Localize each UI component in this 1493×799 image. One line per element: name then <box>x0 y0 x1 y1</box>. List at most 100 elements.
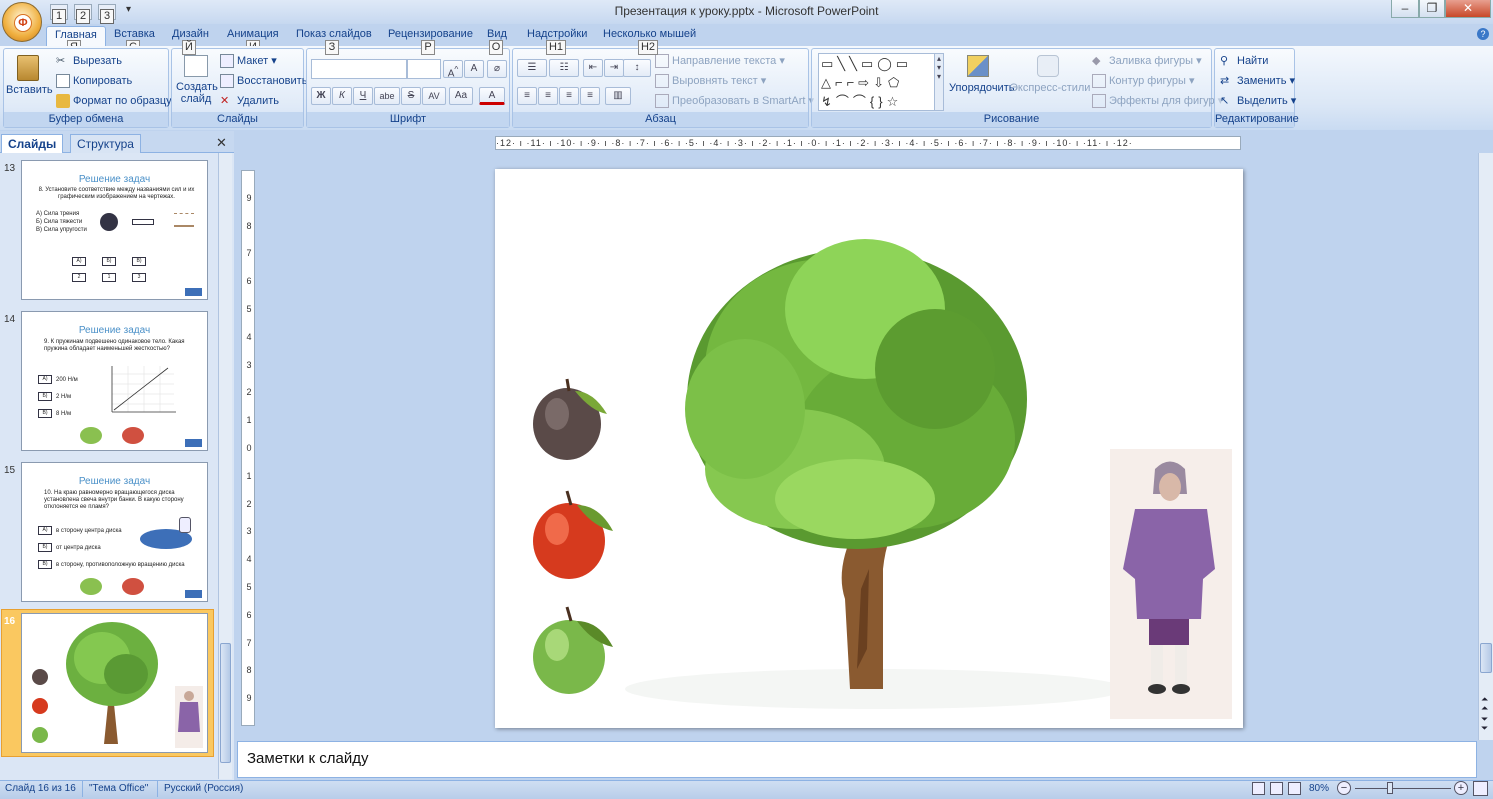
theme-name[interactable]: "Тема Office" <box>89 783 148 794</box>
zoom-level[interactable]: 80% <box>1309 783 1329 794</box>
smartart-button[interactable]: Преобразовать в SmartArt ▾ <box>655 94 814 109</box>
select-button[interactable]: ↖ Выделить ▾ <box>1220 94 1296 108</box>
align-text-button[interactable]: Выровнять текст ▾ <box>655 74 766 89</box>
normal-view-icon[interactable] <box>1252 782 1265 795</box>
editor-scroll-thumb[interactable] <box>1480 643 1492 673</box>
pane-scroll-thumb[interactable] <box>220 643 231 763</box>
change-case-button[interactable]: Aa <box>449 87 473 105</box>
ruler-tick-label: 2 <box>246 499 252 509</box>
apple-red <box>533 490 613 579</box>
font-color-button[interactable]: A <box>479 87 505 105</box>
slide-thumbnail-14[interactable]: Решение задач 9. К пружинам подвешено од… <box>21 311 208 451</box>
tab-label: Анимация <box>227 28 279 40</box>
paste-button[interactable]: Вставить <box>6 53 53 97</box>
slideshow-view-icon[interactable] <box>1288 782 1301 795</box>
fit-to-window-icon[interactable] <box>1473 781 1488 796</box>
align-center-button[interactable]: ≡ <box>538 87 558 105</box>
notes-pane[interactable] <box>237 741 1477 778</box>
new-slide-button[interactable]: Создать слайд <box>176 53 218 113</box>
slide-number: 16 <box>4 616 16 627</box>
layout-button[interactable]: Макет ▾ <box>220 54 277 69</box>
editor-scrollbar[interactable]: ⏶ ⏶ ⏷ ⏷ <box>1478 153 1493 740</box>
tab-slides[interactable]: Слайды <box>1 134 64 153</box>
copy-button[interactable]: Копировать <box>56 74 132 88</box>
find-button[interactable]: ⚲ Найти <box>1220 54 1268 68</box>
font-name-combo[interactable] <box>311 59 407 79</box>
bullets-button[interactable]: ☰ <box>517 59 547 77</box>
slide-sorter-icon[interactable] <box>1270 782 1283 795</box>
format-painter-button[interactable]: Формат по образцу <box>56 94 172 108</box>
increase-indent-button[interactable]: ⇥ <box>604 59 624 77</box>
delete-icon: ✕ <box>220 95 230 107</box>
shape-effects-button[interactable]: Эффекты для фигур ▾ <box>1092 94 1223 109</box>
minimize-button[interactable]: – <box>1391 0 1419 18</box>
reset-button[interactable]: Восстановить <box>220 74 307 88</box>
office-button[interactable]: Ф <box>2 2 42 42</box>
clear-format-icon[interactable]: ⌀ <box>487 60 507 78</box>
justify-button[interactable]: ≡ <box>580 87 600 105</box>
text-direction-button[interactable]: Направление текста ▾ <box>655 54 785 69</box>
char-spacing-button[interactable]: AV <box>422 87 446 105</box>
slide-canvas[interactable] <box>495 169 1243 728</box>
align-right-button[interactable]: ≡ <box>559 87 579 105</box>
shadow-button[interactable]: abe <box>374 87 400 105</box>
maximize-button[interactable]: ❐ <box>1419 0 1445 18</box>
italic-button[interactable]: К <box>332 87 352 105</box>
tab-outline[interactable]: Структура <box>70 134 141 153</box>
replace-button[interactable]: ⇄ Заменить ▾ <box>1220 74 1295 88</box>
shrink-font-button[interactable]: A <box>464 60 484 78</box>
thumb-option: 8 Н/м <box>56 411 72 417</box>
arrange-button[interactable]: Упорядочить <box>949 53 1014 111</box>
slide-thumbnail-15[interactable]: Решение задач 10. На краю равномерно вра… <box>21 462 208 602</box>
qat-save-button[interactable]: 1 <box>50 4 68 24</box>
thumb-text: 10. На краю равномерно вращающегося диск… <box>44 490 184 510</box>
zoom-slider-thumb[interactable] <box>1387 782 1393 794</box>
decrease-indent-button[interactable]: ⇤ <box>583 59 603 77</box>
tab-label: Дизайн <box>172 28 209 40</box>
shapes-gallery-scroll[interactable]: ▴ ▾ ▾ <box>934 53 944 111</box>
language-indicator[interactable]: Русский (Россия) <box>164 783 243 794</box>
grow-font-button[interactable]: A^ <box>443 60 463 79</box>
thumb-title: Решение задач <box>78 174 151 185</box>
close-button[interactable]: ✕ <box>1445 0 1491 18</box>
slide-thumbnail-13[interactable]: Решение задач 8. Установите соответствие… <box>21 160 208 300</box>
paint-bucket-icon: ◆ <box>1092 55 1101 68</box>
zoom-slider-track[interactable] <box>1355 788 1451 789</box>
help-icon[interactable]: ? <box>1477 28 1489 40</box>
next-slide-icon[interactable]: ⏷ ⏷ <box>1481 715 1488 733</box>
thumb-option: в сторону центра диска <box>56 528 122 534</box>
qat-redo-button[interactable]: 3 <box>98 4 116 24</box>
qat-customize-icon[interactable]: ▾ <box>126 4 131 15</box>
numbering-button[interactable]: ☷ <box>549 59 579 77</box>
zoom-in-icon[interactable]: + <box>1454 781 1468 795</box>
binoculars-icon: ⚲ <box>1220 55 1229 67</box>
delete-slide-button[interactable]: ✕ Удалить <box>220 94 279 108</box>
font-size-combo[interactable] <box>407 59 441 79</box>
close-pane-icon[interactable]: ✕ <box>216 135 227 151</box>
slide-thumbnail-16[interactable] <box>21 613 208 753</box>
shape-fill-button[interactable]: ◆ Заливка фигуры ▾ <box>1092 54 1202 68</box>
group-slides: Создать слайд Макет ▾ Восстановить ✕ Удал… <box>171 48 307 128</box>
prev-slide-icon[interactable]: ⏶ ⏶ <box>1481 695 1488 713</box>
underline-button[interactable]: Ч <box>353 87 373 105</box>
align-left-button[interactable]: ≡ <box>517 87 537 105</box>
new-slide-label: Создать слайд <box>176 81 218 105</box>
divider <box>82 781 83 797</box>
shapes-gallery[interactable]: ▭╲╲▭◯▭ △⌐⌐⇨⇩⬠ ↯⌒⌒{}☆ <box>818 53 936 111</box>
zoom-out-icon[interactable]: − <box>1337 781 1351 795</box>
pane-scrollbar[interactable] <box>218 153 232 779</box>
bold-button[interactable]: Ж <box>311 87 331 105</box>
shape-outline-button[interactable]: Контур фигуры ▾ <box>1092 74 1195 89</box>
strikethrough-button[interactable]: S <box>401 87 421 105</box>
thumb-answer-box: Б) <box>102 257 116 266</box>
thumb-option: В) Сила упругости <box>36 227 87 233</box>
thumb-answer-box: 2 <box>72 273 86 282</box>
qat-undo-button[interactable]: 2 <box>74 4 92 24</box>
quick-styles-button[interactable]: Экспресс-стили <box>1010 53 1090 111</box>
cut-button[interactable]: ✂ Вырезать <box>56 54 122 68</box>
line-spacing-button[interactable]: ↕ <box>623 59 651 77</box>
columns-button[interactable]: ▥ <box>605 87 631 105</box>
thumb-graph <box>111 366 176 413</box>
ruler-tick-label: 8 <box>246 221 252 231</box>
notes-placeholder[interactable]: Заметки к слайду <box>247 750 369 767</box>
